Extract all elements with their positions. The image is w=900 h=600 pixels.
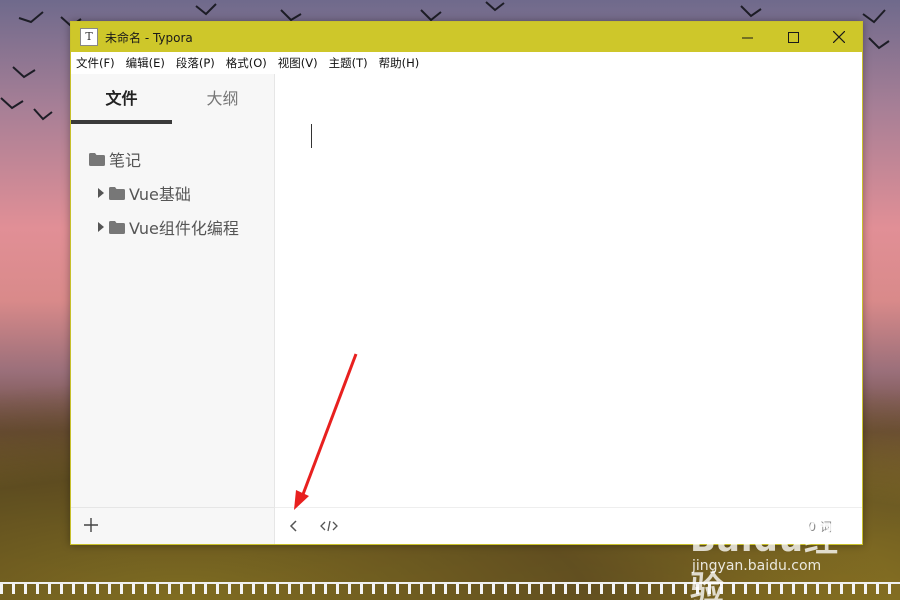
tab-outline[interactable]: 大纲 [172,74,273,124]
tree-item-notes[interactable]: 笔记 [71,142,274,176]
file-tree: 笔记 Vue基础 Vue组件化编程 [71,142,274,244]
code-icon [320,520,338,532]
title-bar[interactable]: T 未命名 - Typora [71,22,862,52]
chevron-left-icon [289,520,297,532]
tree-item-label: 笔记 [109,151,142,170]
source-code-mode-button[interactable] [319,517,339,535]
active-tab-indicator [71,120,172,124]
close-icon [833,31,845,43]
menu-paragraph[interactable]: 段落(P) [176,55,215,71]
tree-item-label: Vue基础 [129,185,191,204]
tree-item-vue-components[interactable]: Vue组件化编程 [71,210,274,244]
typora-app-icon: T [80,28,98,46]
menu-theme[interactable]: 主题(T) [329,55,368,71]
menu-file[interactable]: 文件(F) [76,55,115,71]
text-cursor [311,124,312,148]
maximize-button[interactable] [770,22,816,52]
expand-caret-icon[interactable] [98,222,108,232]
window-title: 未命名 - Typora [105,30,193,45]
folder-icon [109,220,125,234]
sidebar: 文件 大纲 笔记 Vue基础 Vue组件化编程 [71,74,275,544]
word-count[interactable]: 0 词 [809,518,832,535]
folder-icon [109,186,125,200]
typora-window: T 未命名 - Typora 文件(F) 编辑(E) 段落(P) 格式(O) 视… [70,21,863,545]
menu-bar: 文件(F) 编辑(E) 段落(P) 格式(O) 视图(V) 主题(T) 帮助(H… [71,52,862,74]
status-bar: 0 词 [275,507,862,544]
minimize-button[interactable] [724,22,770,52]
close-button[interactable] [816,22,862,52]
menu-view[interactable]: 视图(V) [278,55,318,71]
tree-item-vue-basics[interactable]: Vue基础 [71,176,274,210]
plus-icon [84,518,98,532]
toggle-sidebar-button[interactable] [283,517,303,535]
fence-scenery [0,582,900,594]
maximize-icon [787,31,799,43]
sidebar-footer [71,507,274,544]
expand-caret-icon[interactable] [98,188,108,198]
menu-help[interactable]: 帮助(H) [379,55,420,71]
editor-area[interactable] [275,74,862,508]
menu-edit[interactable]: 编辑(E) [126,55,165,71]
menu-format[interactable]: 格式(O) [226,55,267,71]
window-controls [724,22,862,52]
desktop-background: T 未命名 - Typora 文件(F) 编辑(E) 段落(P) 格式(O) 视… [0,0,900,600]
folder-icon [89,152,105,166]
sidebar-tabs: 文件 大纲 [71,74,274,124]
minimize-icon [741,37,753,38]
add-file-button[interactable] [81,515,101,535]
tree-item-label: Vue组件化编程 [129,219,239,238]
tab-files[interactable]: 文件 [71,74,172,124]
